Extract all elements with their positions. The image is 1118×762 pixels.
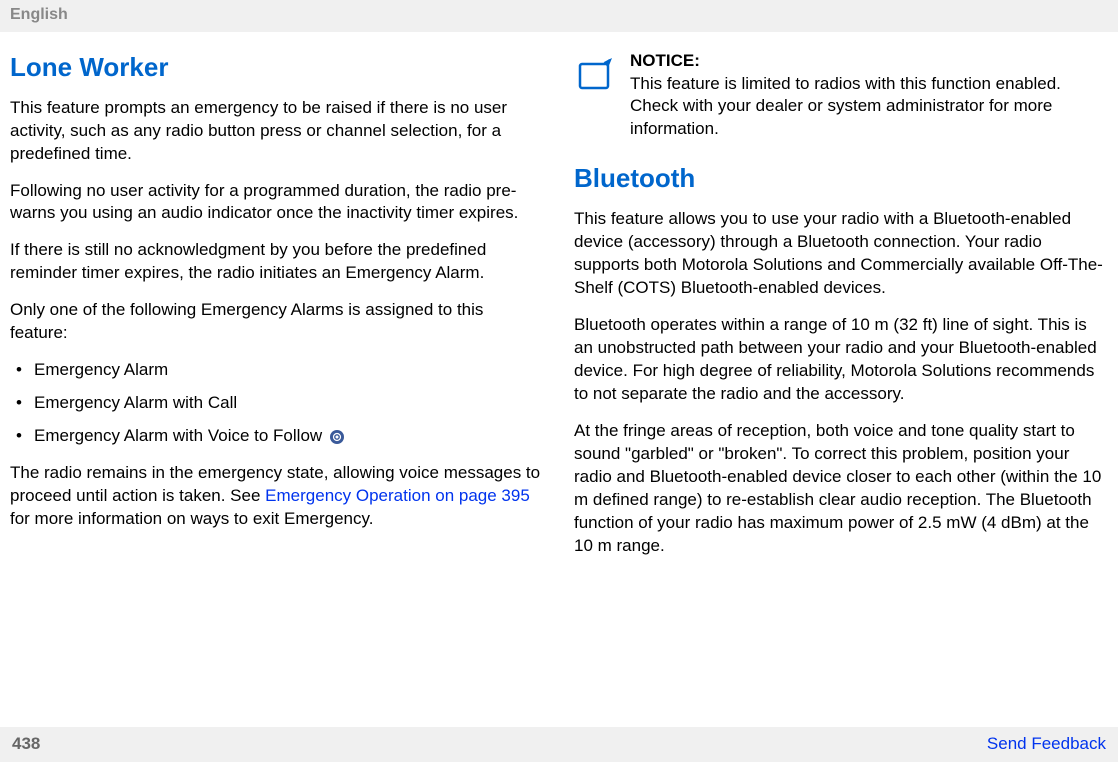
bluetooth-p3: At the fringe areas of reception, both v… [574, 420, 1108, 558]
notice-text-block: NOTICE: This feature is limited to radio… [630, 50, 1108, 142]
p5-after-text: for more information on ways to exit Eme… [10, 509, 373, 528]
lone-worker-p5: The radio remains in the emergency state… [10, 462, 544, 531]
language-label: English [10, 6, 68, 23]
list-item: Emergency Alarm [10, 359, 544, 382]
notice-block: NOTICE: This feature is limited to radio… [574, 50, 1108, 142]
bullet-text: Emergency Alarm with Call [34, 393, 237, 412]
content-area: Lone Worker This feature prompts an emer… [0, 32, 1118, 572]
bullet-text: Emergency Alarm [34, 360, 168, 379]
notice-icon [574, 52, 618, 96]
left-column: Lone Worker This feature prompts an emer… [10, 50, 544, 572]
emergency-operation-link[interactable]: Emergency Operation on page 395 [265, 486, 530, 505]
notice-body: This feature is limited to radios with t… [630, 74, 1061, 139]
voice-follow-icon [329, 429, 345, 445]
alarm-list: Emergency Alarm Emergency Alarm with Cal… [10, 359, 544, 448]
lone-worker-p3: If there is still no acknowledgment by y… [10, 239, 544, 285]
header-bar: English [0, 0, 1118, 32]
list-item: Emergency Alarm with Voice to Follow [10, 425, 544, 448]
lone-worker-p1: This feature prompts an emergency to be … [10, 97, 544, 166]
footer-bar: 438 Send Feedback [0, 727, 1118, 762]
bullet-text: Emergency Alarm with Voice to Follow [34, 426, 322, 445]
send-feedback-link[interactable]: Send Feedback [987, 733, 1106, 756]
page-number: 438 [12, 733, 40, 756]
bluetooth-p2: Bluetooth operates within a range of 10 … [574, 314, 1108, 406]
bluetooth-p1: This feature allows you to use your radi… [574, 208, 1108, 300]
lone-worker-heading: Lone Worker [10, 50, 544, 85]
bluetooth-heading: Bluetooth [574, 161, 1108, 196]
lone-worker-p4: Only one of the following Emergency Alar… [10, 299, 544, 345]
lone-worker-p2: Following no user activity for a program… [10, 180, 544, 226]
list-item: Emergency Alarm with Call [10, 392, 544, 415]
right-column: NOTICE: This feature is limited to radio… [574, 50, 1108, 572]
notice-label: NOTICE: [630, 50, 1108, 73]
